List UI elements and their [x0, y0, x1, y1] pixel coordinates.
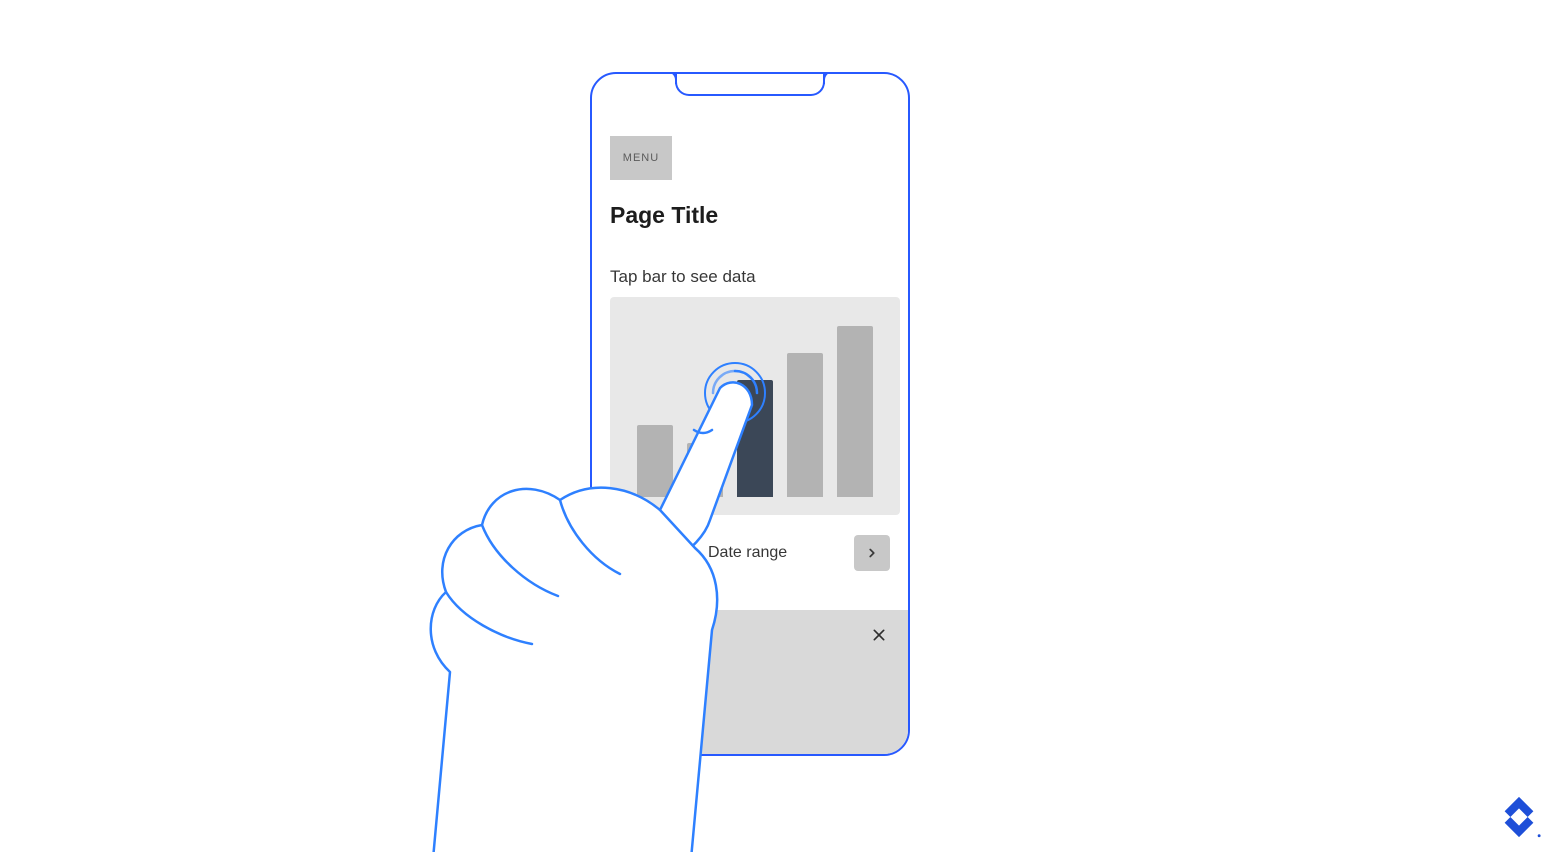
date-range-row: Date range	[610, 535, 890, 571]
bar-chart[interactable]	[610, 297, 900, 515]
illustration-stage: MENU Page Title Tap bar to see data Date…	[0, 0, 1560, 852]
phone-frame: MENU Page Title Tap bar to see data Date…	[590, 72, 910, 756]
page-title: Page Title	[610, 202, 890, 229]
chart-bar[interactable]	[837, 326, 873, 497]
menu-button[interactable]: MENU	[610, 136, 672, 180]
date-range-next-button[interactable]	[854, 535, 890, 571]
chart-hint: Tap bar to see data	[610, 267, 890, 287]
brand-logo-icon	[1496, 794, 1542, 840]
chart-bar[interactable]	[637, 425, 673, 497]
chart-bar[interactable]	[687, 443, 723, 497]
bottom-sheet	[592, 610, 908, 754]
chevron-right-icon	[865, 546, 879, 560]
chart-bar[interactable]	[737, 380, 773, 497]
close-icon	[871, 627, 887, 643]
chart-bar[interactable]	[787, 353, 823, 497]
close-sheet-button[interactable]	[868, 624, 890, 646]
date-range-label: Date range	[708, 544, 787, 562]
menu-button-label: MENU	[623, 152, 659, 164]
